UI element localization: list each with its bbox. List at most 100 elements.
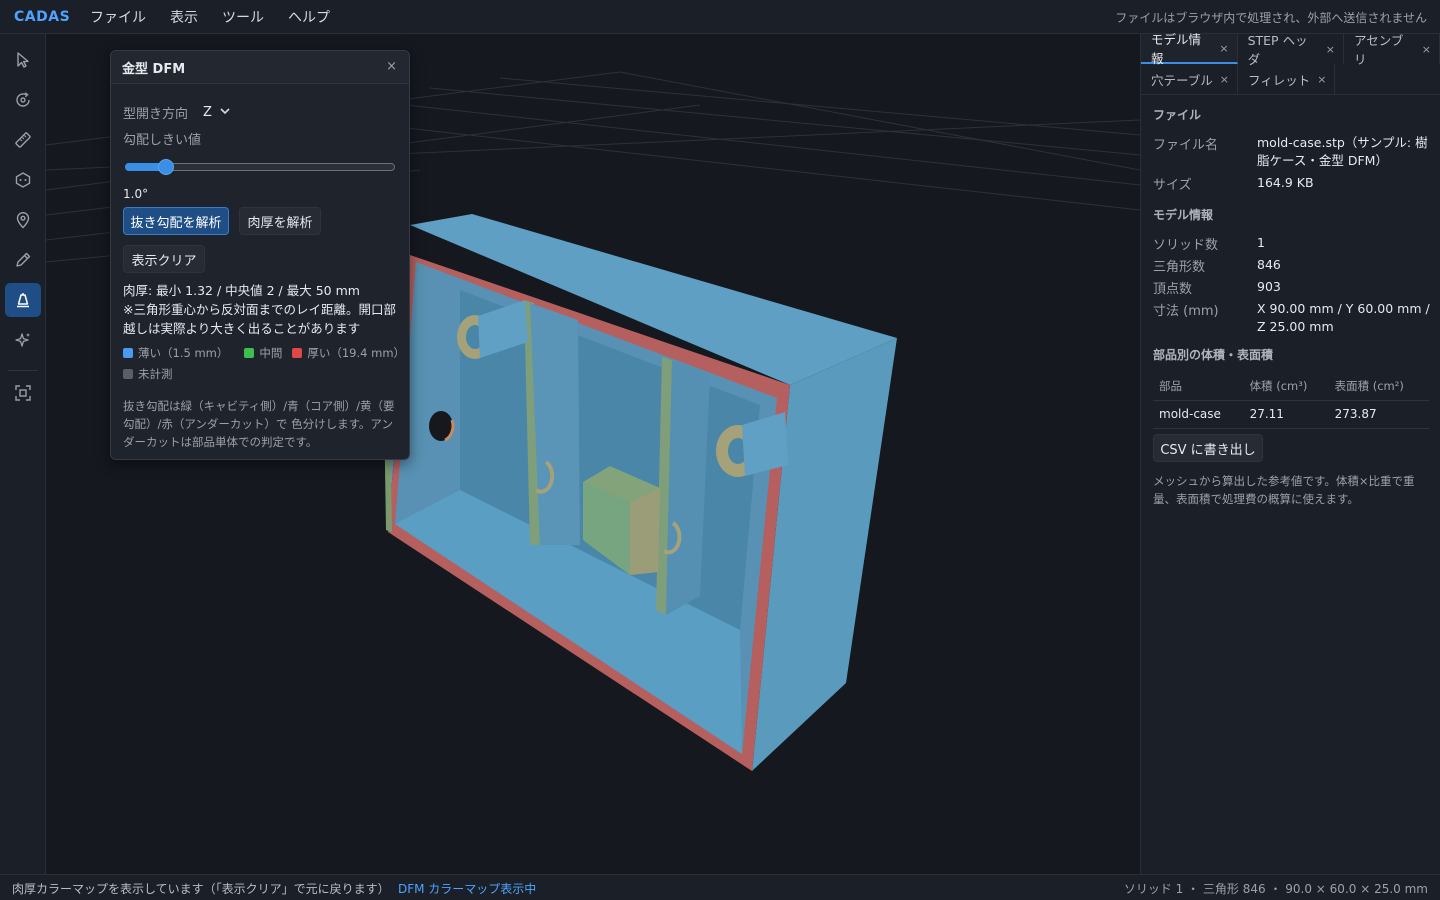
section-tool-button[interactable] [5,163,41,197]
tabs-divider [1141,94,1440,95]
vertices-value: 903 [1257,279,1281,294]
tab-close-icon[interactable]: × [1220,73,1229,86]
pencil-icon [16,252,31,267]
export-csv-button[interactable]: CSV に書き出し [1153,434,1263,462]
left-toolbar [0,34,46,874]
part-area-cell: 273.87 [1328,400,1429,429]
vertices-label: 頂点数 [1153,282,1193,297]
toolbar-divider [8,370,38,371]
section-file-heading: ファイル [1153,108,1202,122]
mold-direction-label: 型開き方向 [123,107,189,122]
tab-hole-table[interactable]: 穴テーブル × [1141,64,1238,94]
file-name-value: mold-case.stp（サンプル: 樹脂ケース・金型 DFM） [1257,135,1428,168]
close-icon[interactable]: × [386,59,397,74]
menubar: CADAS ファイル 表示 ツール ヘルプ ファイルはブラウザ内で処理され、外部… [0,0,1440,34]
analyze-draft-button[interactable]: 抜き勾配を解析 [123,207,229,235]
file-size-label: サイズ [1153,178,1192,193]
triangles-label: 三角形数 [1153,260,1206,275]
legend-none: 未計測 [138,367,173,381]
tab-assembly[interactable]: アセンブリ × [1344,33,1440,67]
file-size-value: 164.9 KB [1257,175,1314,190]
tab-label: 穴テーブル [1151,72,1213,88]
draft-threshold-slider[interactable] [125,159,395,175]
menu-file[interactable]: ファイル [90,7,146,27]
tab-model-info[interactable]: モデル情報 × [1141,32,1238,66]
mold-direction-select[interactable]: Z [197,101,239,123]
section-parts-heading: 部品別の体積・表面積 [1153,348,1274,362]
privacy-note: ファイルはブラウザ内で処理され、外部へ送信されません [1115,11,1427,25]
column-header: 表面積 (cm²) [1328,372,1429,401]
section-icon [15,172,31,188]
tab-row-1: モデル情報 × STEP ヘッダ × アセンブリ × [1141,32,1440,67]
table-row[interactable]: mold-case 27.11 273.87 [1153,400,1429,429]
thickness-note: ※三角形重心から反対面までのレイ距離。開口部越しは実際より大きく出ることがありま… [123,302,396,336]
analyze-thickness-button[interactable]: 肉厚を解析 [239,207,321,235]
marker-tool-button[interactable] [5,203,41,237]
section-model-heading: モデル情報 [1153,208,1214,222]
cursor-icon [17,52,29,68]
tab-close-icon[interactable]: × [1326,43,1335,56]
dimensions-value: X 90.00 mm / Y 60.00 mm / Z 25.00 mm [1257,301,1430,334]
triangles-value: 846 [1257,257,1281,272]
draft-threshold-value: 1.0° [123,187,149,201]
dfm-header: 金型 DFM [111,51,409,84]
legend-row-2: 未計測 [123,366,173,382]
legend-thick: 厚い（19.4 mm） [307,346,406,360]
draft-threshold-label: 勾配しきい値 [123,133,202,148]
orbit-tool-button[interactable] [5,83,41,117]
status-message: 肉厚カラーマップを表示しています（「表示クリア」で元に戻ります） [12,882,390,896]
chevron-down-icon [220,107,230,118]
tab-label: STEP ヘッダ [1247,33,1308,67]
annotate-tool-button[interactable] [5,243,41,277]
fit-tool-button[interactable] [5,376,41,410]
pin-icon [16,212,30,229]
right-panel: モデル情報 × STEP ヘッダ × アセンブリ × 穴テーブル × フィレット… [1140,32,1440,874]
mold-case-model[interactable] [378,214,897,771]
legend-swatch-thin [123,348,133,358]
part-name-cell: mold-case [1153,400,1244,429]
menu-view[interactable]: 表示 [170,7,198,27]
orbit-icon [16,92,30,107]
tab-label: モデル情報 [1151,32,1202,66]
ai-tool-button[interactable] [5,323,41,357]
sparkle-icon [15,333,30,347]
dfm-panel: 金型 DFM × 型開き方向 Z 勾配しきい値 1.0° 抜き勾配を解析 肉厚を… [110,50,410,460]
column-header: 体積 (cm³) [1243,372,1329,401]
tab-step-header[interactable]: STEP ヘッダ × [1238,33,1345,67]
menu-tools[interactable]: ツール [222,7,264,27]
dimensions-label: 寸法 (mm) [1153,304,1219,319]
status-model-summary: ソリッド 1 ・ 三角形 846 ・ 90.0 × 60.0 × 25.0 mm [1123,882,1428,896]
legend-swatch-thick [292,348,303,358]
slider-thumb[interactable] [158,159,174,175]
file-name-label: ファイル名 [1153,138,1219,153]
tab-fillet[interactable]: フィレット × [1238,64,1336,94]
legend-swatch-mid [244,348,255,358]
part-volume-cell: 27.11 [1243,400,1329,429]
dfm-tool-button[interactable] [5,283,41,317]
thickness-stats: 肉厚: 最小 1.32 / 中央値 2 / 最大 50 mm ※三角形重心から反… [123,281,403,338]
volume-note: メッシュから算出した参考値です。体積×比重で重量、表面積で処理費の概算に使えます… [1153,474,1415,506]
measure-tool-button[interactable] [5,123,41,157]
tab-row-2: 穴テーブル × フィレット × [1141,64,1336,94]
legend-row-1: 薄い（1.5 mm） 中間 厚い（19.4 mm） [123,345,405,361]
ruler-icon [15,132,31,148]
statusbar: 肉厚カラーマップを表示しています（「表示クリア」で元に戻ります） DFM カラー… [0,874,1440,900]
legend-swatch-none [123,369,133,379]
dfm-title: 金型 DFM [122,61,186,77]
tab-close-icon[interactable]: × [1317,73,1326,86]
dfm-description: 抜き勾配は緑（キャビティ側）/青（コア側）/黄（要勾配）/赤（アンダーカット）で… [123,399,395,449]
app-brand: CADAS [14,8,71,25]
table-header-row: 部品 体積 (cm³) 表面積 (cm²) [1153,372,1429,401]
fit-view-icon [15,385,31,401]
tab-close-icon[interactable]: × [1219,42,1228,55]
menu-help[interactable]: ヘルプ [288,7,330,27]
tab-label: フィレット [1247,72,1311,88]
parts-table: 部品 体積 (cm³) 表面積 (cm²) mold-case 27.11 27… [1153,372,1429,429]
status-mode-badge: DFM カラーマップ表示中 [398,882,537,896]
thickness-summary: 肉厚: 最小 1.32 / 中央値 2 / 最大 50 mm [123,283,360,298]
select-tool-button[interactable] [5,43,41,77]
tab-close-icon[interactable]: × [1422,43,1431,56]
column-header: 部品 [1153,372,1244,401]
clear-display-button[interactable]: 表示クリア [123,245,205,273]
mold-direction-value: Z [203,104,212,120]
